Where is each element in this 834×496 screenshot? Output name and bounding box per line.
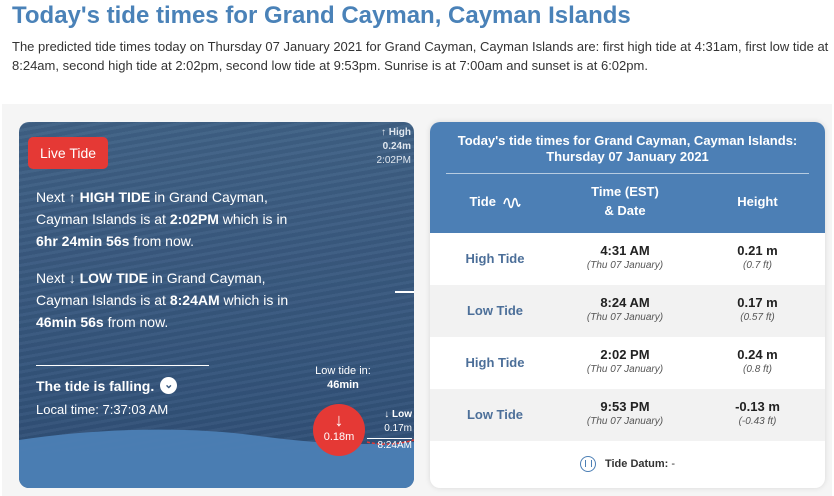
table-header: Today's tide times for Grand Cayman, Cay… (430, 122, 825, 233)
tide-height: 0.21 m (737, 243, 778, 258)
tide-time-cell: 4:31 AM (Thu 07 January) (560, 243, 690, 272)
live-tide-button[interactable]: Live Tide (28, 137, 109, 169)
column-header-height: Height (737, 194, 778, 209)
tide-time: 8:24 AM (600, 295, 650, 310)
next-high-time: 2:02PM (169, 211, 219, 227)
current-tide-bubble: ↓ 0.18m (313, 404, 365, 456)
table-row: High Tide 4:31 AM (Thu 07 January) 0.21 … (430, 233, 825, 285)
tide-date: (Thu 07 January) (586, 364, 664, 375)
table-title: Today's tide times for Grand Cayman, Cay… (430, 122, 825, 165)
tide-status-text: The tide is falling. (36, 377, 155, 394)
arrow-down-icon: ↓ (68, 270, 76, 286)
table-title-line1: Today's tide times for Grand Cayman, Cay… (457, 133, 798, 148)
low-tide-countdown: Low tide in: 46min (303, 364, 383, 392)
low-in-label: Low tide in: (315, 365, 371, 377)
high-marker-height: 0.24m (382, 141, 411, 152)
table-title-line2: Thursday 07 January 2021 (546, 149, 709, 164)
tide-date: (Thu 07 January) (586, 312, 664, 323)
low-in-value: 46min (327, 379, 359, 391)
current-tide-height: 0.18m (323, 431, 355, 443)
page-title: Today's tide times for Grand Cayman, Cay… (12, 2, 631, 29)
column-header-date-label: & Date (604, 203, 646, 218)
next-low-countdown: 46min 56s (36, 314, 104, 330)
tide-type: High Tide (465, 355, 525, 370)
high-marker-time: 2:02PM (376, 155, 411, 166)
tide-time-cell: 8:24 AM (Thu 07 January) (560, 295, 690, 324)
next-low-label: LOW TIDE (79, 270, 149, 286)
page-intro: The predicted tide times today on Thursd… (12, 39, 829, 73)
table-row: Low Tide 9:53 PM (Thu 07 January) -0.13 … (430, 389, 825, 441)
tide-height: 0.24 m (737, 347, 778, 362)
tide-height: 0.17 m (737, 295, 778, 310)
arrow-up-icon: ↑ (381, 127, 386, 138)
tide-times-table: Today's tide times for Grand Cayman, Cay… (430, 122, 825, 488)
low-marker-height: 0.17m (384, 423, 412, 434)
tide-datum-label: Tide Datum: (604, 457, 669, 470)
next-low-prefix: Next (36, 270, 69, 286)
column-header-time-label: Time (EST) (591, 184, 659, 199)
tide-height-cell: -0.13 m (-0.43 ft) (690, 399, 825, 428)
low-tide-marker: ↓ Low 0.17m 8:24AM (367, 408, 412, 453)
tide-height-cell: 0.17 m (0.57 ft) (690, 295, 825, 324)
wave-icon (502, 197, 521, 208)
next-high-countdown: 6hr 24min 56s (36, 233, 130, 249)
tide-level-tick (395, 291, 414, 293)
column-header-tide: Tide (430, 192, 560, 211)
tide-datum-icon (579, 456, 596, 472)
next-high-prefix: Next (36, 189, 69, 205)
tide-time-cell: 2:02 PM (Thu 07 January) (560, 347, 690, 376)
next-high-suffix: from now. (129, 233, 194, 249)
low-marker-label: Low (392, 409, 412, 420)
tide-height-cell: 0.24 m (0.8 ft) (690, 347, 825, 376)
low-marker-time: 8:24AM (367, 438, 412, 453)
tide-date: (Thu 07 January) (586, 260, 664, 271)
tide-time: 2:02 PM (600, 347, 650, 362)
high-marker-label: High (388, 127, 411, 138)
tide-time: 4:31 AM (600, 243, 650, 258)
next-high-tide-text: Next ↑ HIGH TIDE in Grand Cayman, Cayman… (36, 186, 296, 252)
tide-type: Low Tide (466, 407, 524, 422)
tide-type: High Tide (465, 251, 525, 266)
tide-height-ft: (-0.43 ft) (738, 416, 777, 427)
tide-time-cell: 9:53 PM (Thu 07 January) (560, 399, 690, 428)
next-low-time: 8:24AM (169, 292, 220, 308)
column-header-tide-label: Tide (469, 194, 496, 209)
tide-height: -0.13 m (735, 399, 780, 414)
tide-datum: Tide Datum: - (430, 456, 825, 472)
header-rule (446, 173, 809, 174)
next-low-suffix: from now. (103, 314, 169, 330)
tide-height-ft: (0.8 ft) (743, 364, 772, 375)
next-low-tide-text: Next ↓ LOW TIDE in Grand Cayman, Cayman … (36, 267, 296, 333)
tide-height-cell: 0.21 m (0.7 ft) (690, 243, 825, 272)
table-row: High Tide 2:02 PM (Thu 07 January) 0.24 … (430, 337, 825, 389)
divider (36, 365, 209, 366)
arrow-down-icon: ↓ (384, 409, 390, 420)
arrow-up-icon: ↑ (68, 189, 76, 205)
arrow-down-icon: ↓ (334, 410, 344, 430)
tide-date: (Thu 07 January) (586, 416, 664, 427)
live-tide-card: Live Tide Next ↑ HIGH TIDE in Grand Caym… (19, 122, 414, 488)
tide-height-ft: (0.57 ft) (740, 312, 775, 323)
local-time: Local time: 7:37:03 AM (36, 402, 169, 417)
table-row: Low Tide 8:24 AM (Thu 07 January) 0.17 m… (430, 285, 825, 337)
tide-time: 9:53 PM (600, 399, 650, 414)
tide-type: Low Tide (466, 303, 524, 318)
tide-datum-value: - (671, 457, 676, 470)
column-header-time: Time (EST) & Date (560, 182, 690, 220)
tide-status: The tide is falling. ⌄ (36, 377, 178, 394)
next-high-which: which is in (218, 211, 288, 227)
tide-height-ft: (0.7 ft) (743, 260, 772, 271)
high-tide-marker: ↑ High 0.24m 2:02PM (356, 126, 411, 168)
next-high-label: HIGH TIDE (79, 189, 151, 205)
chevron-down-icon[interactable]: ⌄ (160, 377, 178, 394)
next-low-which: which is in (219, 292, 289, 308)
